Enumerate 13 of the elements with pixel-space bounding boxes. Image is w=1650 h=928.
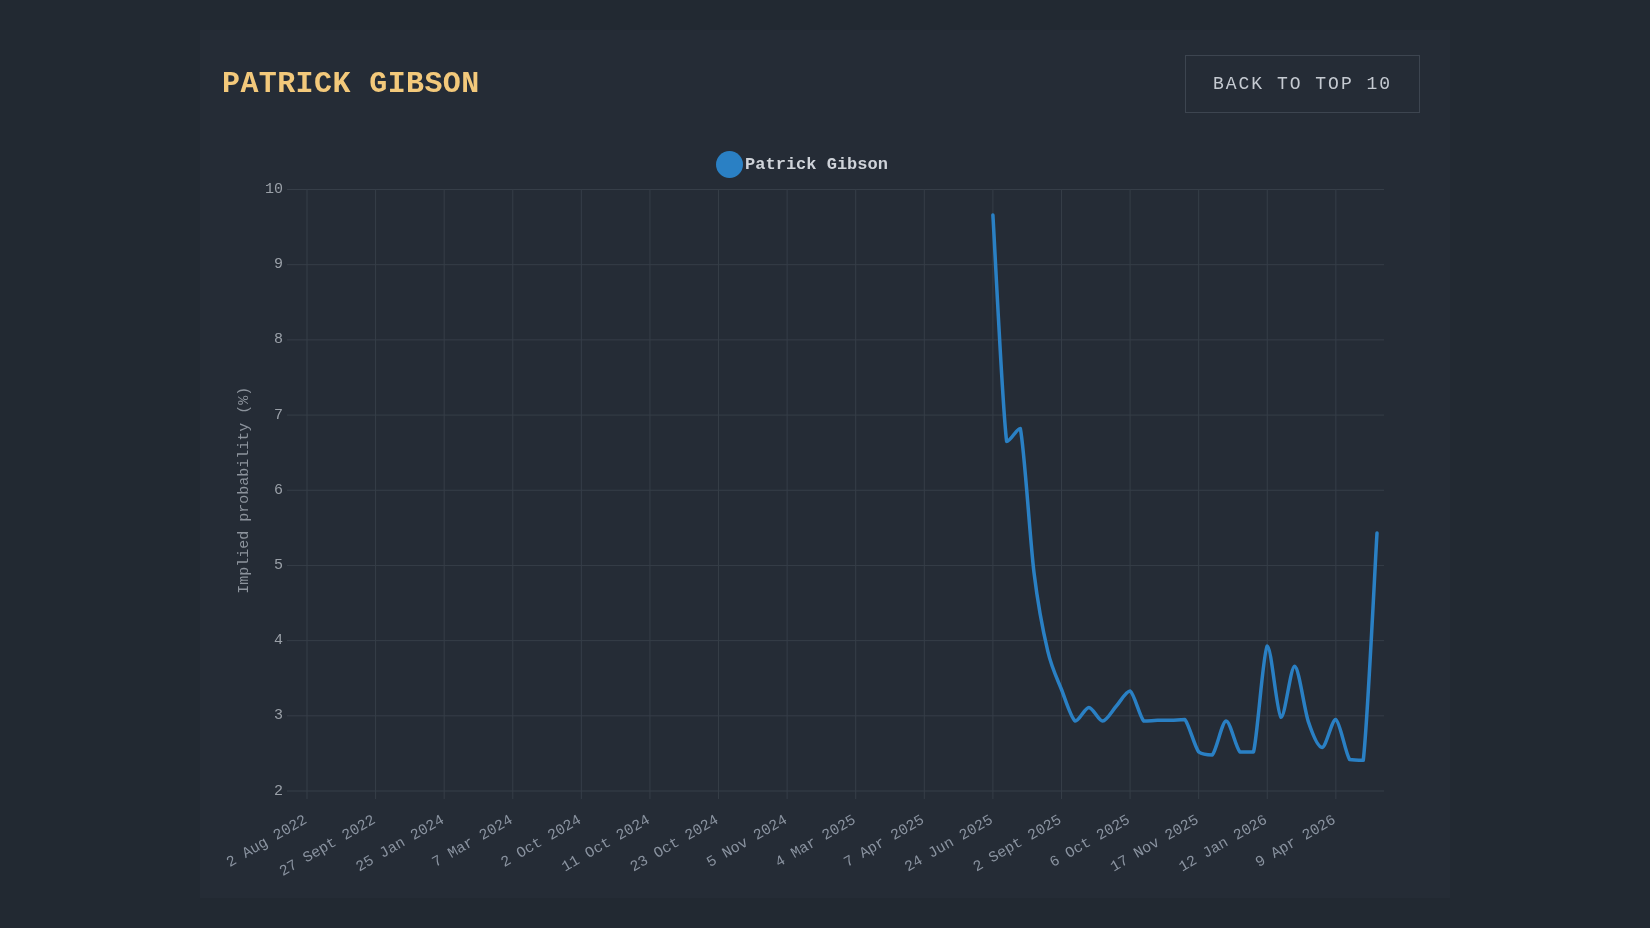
- y-axis-label: 4: [274, 632, 283, 650]
- back-button[interactable]: BACK TO TOP 10: [1185, 55, 1420, 113]
- y-axis-label: 7: [274, 406, 283, 424]
- y-axis-label: 3: [274, 707, 283, 725]
- legend-label: Patrick Gibson: [745, 155, 888, 174]
- y-axis-label: 5: [274, 556, 283, 574]
- page-title: PATRICK GIBSON: [222, 66, 480, 102]
- y-axis-label: 9: [274, 256, 283, 274]
- y-axis-label: 6: [274, 481, 283, 499]
- y-axis-label: 2: [274, 782, 283, 800]
- y-axis-label: 10: [265, 181, 283, 198]
- y-axis-label: 8: [274, 331, 283, 349]
- axis-title: Implied probability (%): [235, 386, 253, 594]
